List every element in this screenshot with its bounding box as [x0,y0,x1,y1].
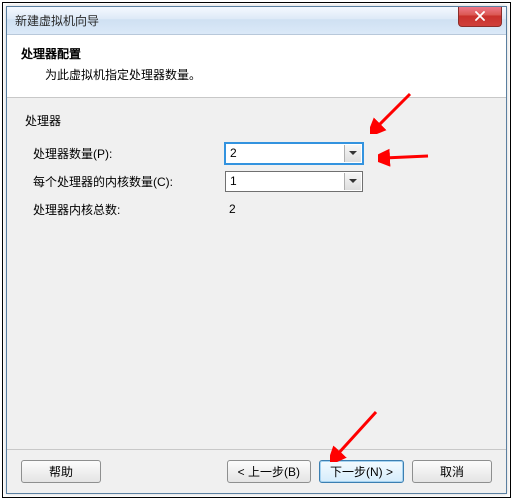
window-title: 新建虚拟机向导 [15,12,99,29]
chevron-down-icon [344,145,361,162]
total-cores-value: 2 [225,202,236,216]
chevron-down-icon [344,173,361,190]
next-button[interactable]: 下一步(N) > [319,460,404,483]
help-button[interactable]: 帮助 [21,460,101,483]
close-button[interactable] [458,7,502,27]
row-processor-count: 处理器数量(P): 2 [25,139,488,167]
processor-count-label: 处理器数量(P): [25,145,225,162]
wizard-window: 新建虚拟机向导 处理器配置 为此虚拟机指定处理器数量。 处理器 处理器数量(P)… [6,6,507,494]
header-subtitle: 为此虚拟机指定处理器数量。 [21,66,492,83]
titlebar: 新建虚拟机向导 [7,7,506,35]
cancel-button[interactable]: 取消 [412,460,492,483]
header-panel: 处理器配置 为此虚拟机指定处理器数量。 [7,35,506,98]
back-button[interactable]: < 上一步(B) [227,460,311,483]
section-label: 处理器 [25,112,488,129]
cores-per-processor-value: 1 [230,174,237,188]
cores-per-processor-dropdown[interactable]: 1 [225,171,363,192]
processor-count-value: 2 [230,146,237,160]
cores-per-processor-label: 每个处理器的内核数量(C): [25,173,225,190]
row-total-cores: 处理器内核总数: 2 [25,195,488,223]
body-panel: 处理器 处理器数量(P): 2 每个处理器的内核数量(C): 1 处理器内核总数… [7,98,506,449]
total-cores-label: 处理器内核总数: [25,201,225,218]
row-cores-per-processor: 每个处理器的内核数量(C): 1 [25,167,488,195]
header-title: 处理器配置 [21,45,492,62]
processor-count-dropdown[interactable]: 2 [225,143,363,164]
footer-panel: 帮助 < 上一步(B) 下一步(N) > 取消 [7,449,506,493]
close-icon [475,10,485,24]
